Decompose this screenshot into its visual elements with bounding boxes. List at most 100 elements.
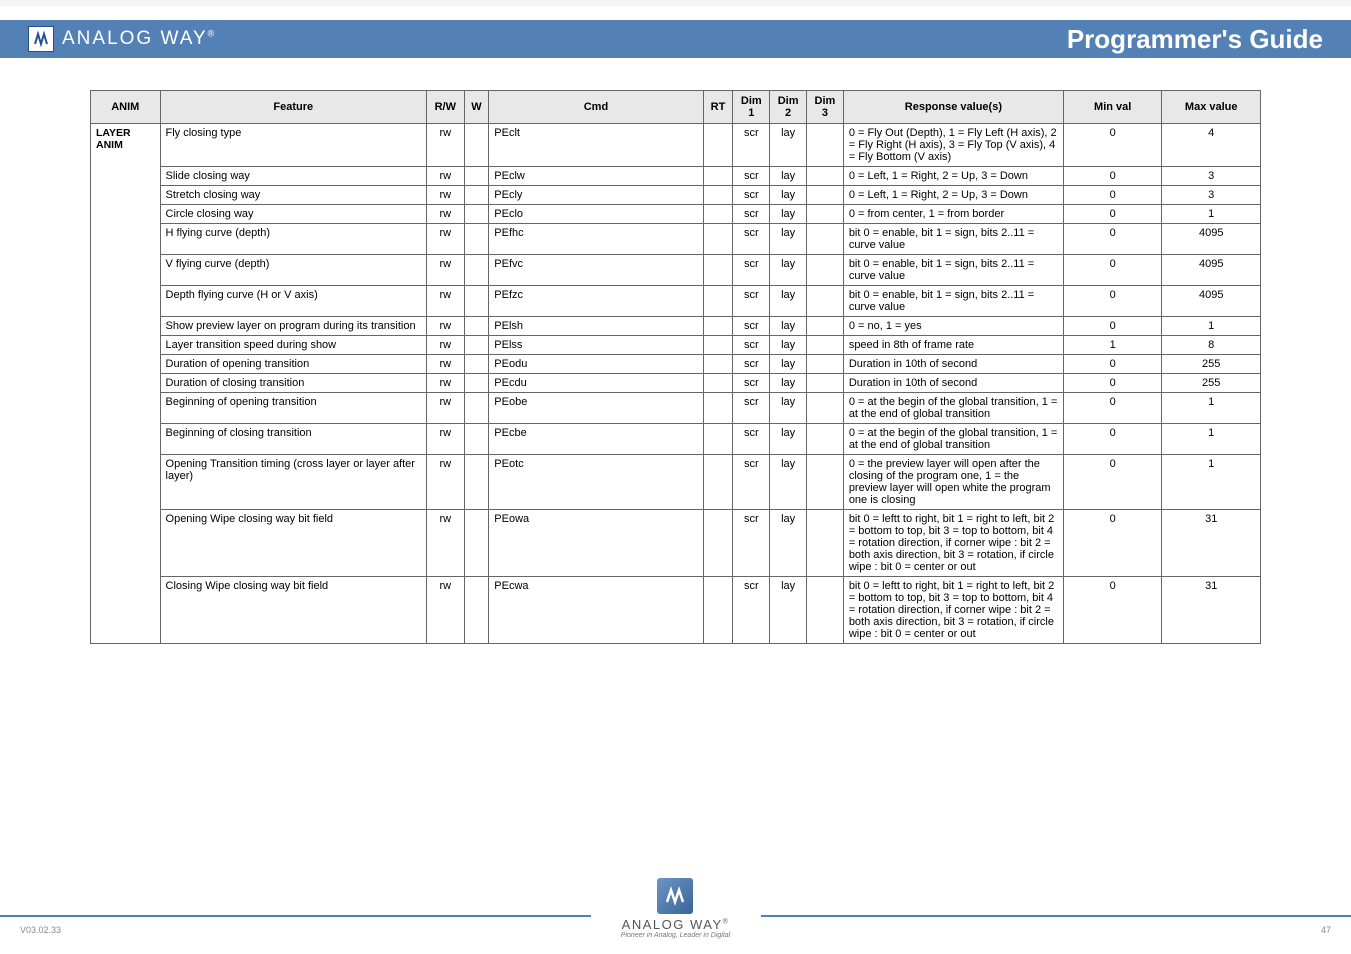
th-max: Max value — [1162, 91, 1261, 124]
cell-dim2: lay — [770, 424, 807, 455]
table-row: Slide closing wayrwPEclwscrlay0 = Left, … — [91, 167, 1261, 186]
cell-dim1: scr — [733, 336, 770, 355]
cell-min: 0 — [1063, 393, 1161, 424]
cell-dim2: lay — [770, 355, 807, 374]
cell-min: 0 — [1063, 317, 1161, 336]
cell-response: 0 = Left, 1 = Right, 2 = Up, 3 = Down — [843, 186, 1063, 205]
cell-min: 0 — [1063, 455, 1161, 510]
cell-min: 0 — [1063, 167, 1161, 186]
cell-response: bit 0 = enable, bit 1 = sign, bits 2..11… — [843, 255, 1063, 286]
cell-min: 0 — [1063, 286, 1161, 317]
cell-response: 0 = at the begin of the global transitio… — [843, 393, 1063, 424]
cell-min: 0 — [1063, 424, 1161, 455]
cell-max: 1 — [1162, 393, 1261, 424]
th-w: W — [464, 91, 489, 124]
cell-feature: Layer transition speed during show — [160, 336, 426, 355]
cell-response: bit 0 = leftt to right, bit 1 = right to… — [843, 510, 1063, 577]
cell-rw: rw — [427, 336, 465, 355]
cell-dim1: scr — [733, 424, 770, 455]
cell-max: 4 — [1162, 124, 1261, 167]
cell-rw: rw — [427, 355, 465, 374]
cell-dim1: scr — [733, 374, 770, 393]
cell-w — [464, 286, 489, 317]
cell-feature: Opening Wipe closing way bit field — [160, 510, 426, 577]
cell-dim2: lay — [770, 374, 807, 393]
cell-dim3 — [807, 124, 844, 167]
cell-max: 4095 — [1162, 224, 1261, 255]
cell-max: 1 — [1162, 424, 1261, 455]
cell-dim1: scr — [733, 317, 770, 336]
cell-rt — [703, 374, 733, 393]
cell-response: 0 = from center, 1 = from border — [843, 205, 1063, 224]
cell-dim3 — [807, 286, 844, 317]
cell-rt — [703, 317, 733, 336]
cell-dim2: lay — [770, 455, 807, 510]
cell-w — [464, 393, 489, 424]
table-row: Depth flying curve (H or V axis)rwPEfzcs… — [91, 286, 1261, 317]
cell-rw: rw — [427, 317, 465, 336]
cell-max: 1 — [1162, 205, 1261, 224]
cell-dim1: scr — [733, 186, 770, 205]
cell-response: 0 = the preview layer will open after th… — [843, 455, 1063, 510]
table-row: Beginning of closing transitionrwPEcbesc… — [91, 424, 1261, 455]
th-min: Min val — [1063, 91, 1161, 124]
cell-dim3 — [807, 355, 844, 374]
cell-w — [464, 224, 489, 255]
cell-dim1: scr — [733, 255, 770, 286]
cell-response: 0 = no, 1 = yes — [843, 317, 1063, 336]
cell-response: 0 = at the begin of the global transitio… — [843, 424, 1063, 455]
cell-rw: rw — [427, 167, 465, 186]
brand-logo: ANALOG WAY® — [28, 26, 216, 52]
cell-cmd: PEobe — [489, 393, 703, 424]
cell-feature: Fly closing type — [160, 124, 426, 167]
cell-dim2: lay — [770, 577, 807, 644]
cell-dim2: lay — [770, 286, 807, 317]
cell-response: Duration in 10th of second — [843, 355, 1063, 374]
cell-rw: rw — [427, 186, 465, 205]
cell-dim1: scr — [733, 286, 770, 317]
table-row: Beginning of opening transitionrwPEobesc… — [91, 393, 1261, 424]
footer-brand-text: ANALOG WAY® — [622, 917, 730, 932]
cell-max: 1 — [1162, 455, 1261, 510]
cell-rt — [703, 424, 733, 455]
cell-dim3 — [807, 167, 844, 186]
cell-feature: V flying curve (depth) — [160, 255, 426, 286]
cell-dim1: scr — [733, 577, 770, 644]
cell-rt — [703, 186, 733, 205]
cell-cmd: PElsh — [489, 317, 703, 336]
cell-response: Duration in 10th of second — [843, 374, 1063, 393]
table-row: Show preview layer on program during its… — [91, 317, 1261, 336]
cell-rt — [703, 224, 733, 255]
cell-min: 0 — [1063, 355, 1161, 374]
cell-cmd: PEclt — [489, 124, 703, 167]
table-row: V flying curve (depth)rwPEfvcscrlaybit 0… — [91, 255, 1261, 286]
table-row: Stretch closing wayrwPEclyscrlay0 = Left… — [91, 186, 1261, 205]
cell-dim3 — [807, 205, 844, 224]
cell-max: 255 — [1162, 374, 1261, 393]
cell-w — [464, 355, 489, 374]
version-info: V03.02.33 — [20, 925, 61, 935]
th-cmd: Cmd — [489, 91, 703, 124]
cell-max: 4095 — [1162, 255, 1261, 286]
th-dim2: Dim 2 — [770, 91, 807, 124]
cell-w — [464, 336, 489, 355]
cell-dim3 — [807, 455, 844, 510]
cell-max: 3 — [1162, 186, 1261, 205]
cell-dim1: scr — [733, 224, 770, 255]
cell-dim3 — [807, 577, 844, 644]
cell-cmd: PElss — [489, 336, 703, 355]
cell-cmd: PEcly — [489, 186, 703, 205]
cell-rw: rw — [427, 255, 465, 286]
cell-feature: Duration of closing transition — [160, 374, 426, 393]
cell-dim2: lay — [770, 510, 807, 577]
cell-w — [464, 255, 489, 286]
cell-dim1: scr — [733, 205, 770, 224]
cell-rt — [703, 336, 733, 355]
cell-w — [464, 577, 489, 644]
th-response: Response value(s) — [843, 91, 1063, 124]
content-area: ANIM Feature R/W W Cmd RT Dim 1 Dim 2 Di… — [0, 45, 1351, 644]
cell-feature: Slide closing way — [160, 167, 426, 186]
footer-tagline: Pioneer in Analog, Leader in Digital — [621, 932, 730, 939]
header-bar: ANALOG WAY® Programmer's Guide — [0, 20, 1351, 58]
table-row: Opening Wipe closing way bit fieldrwPEow… — [91, 510, 1261, 577]
